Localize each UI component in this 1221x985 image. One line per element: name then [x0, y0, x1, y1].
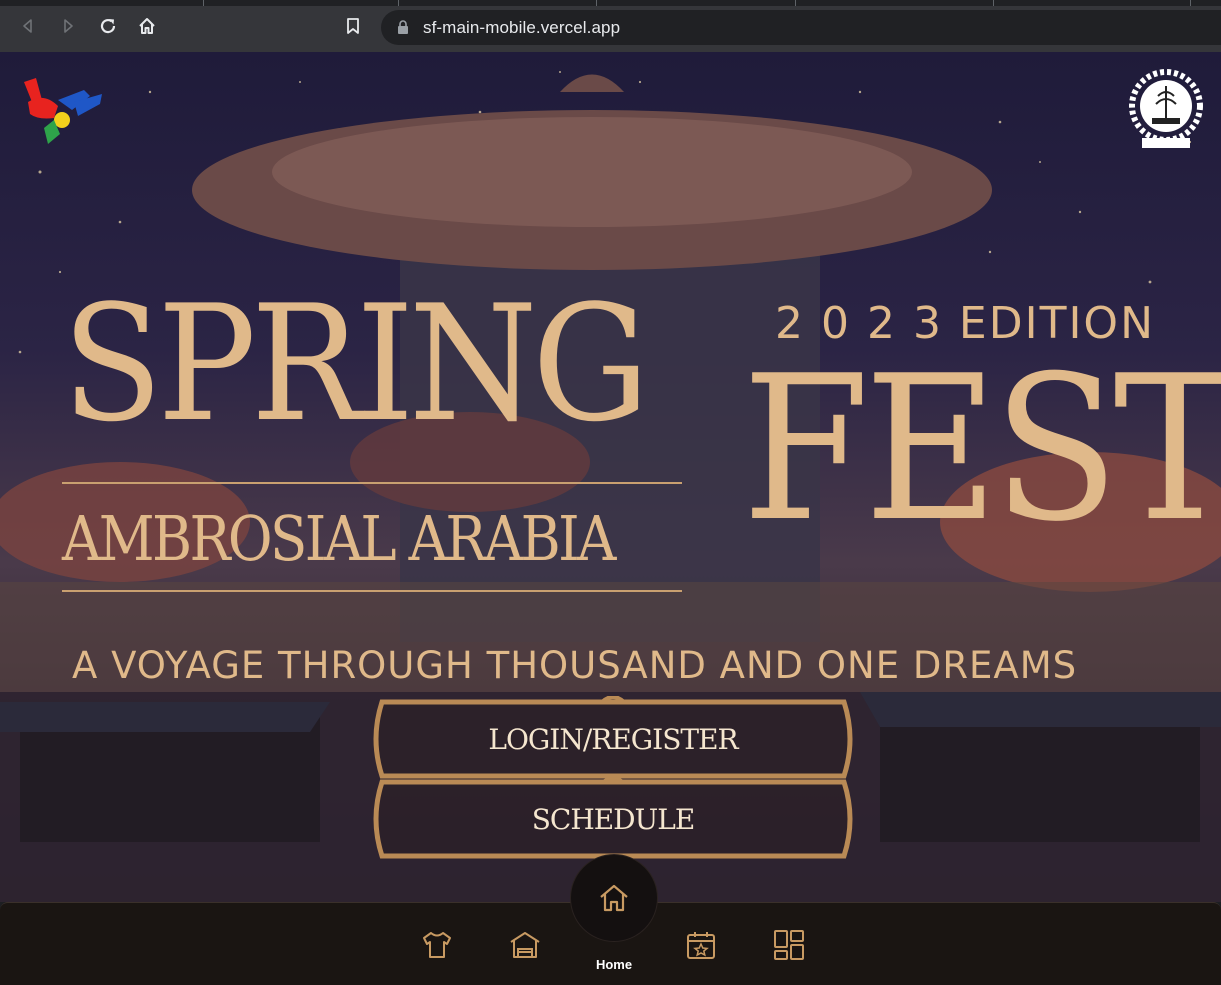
tagline: A VOYAGE THROUGH THOUSAND AND ONE DREAMS: [72, 644, 1078, 687]
browser-toolbar: sf-main-mobile.vercel.app: [0, 0, 1221, 52]
theme-title: AMBROSIAL ARABIA: [62, 502, 616, 575]
lock-icon: [397, 20, 409, 40]
address-bar[interactable]: sf-main-mobile.vercel.app: [381, 10, 1221, 45]
schedule-label: SCHEDULE: [531, 802, 696, 836]
home-icon[interactable]: [135, 14, 159, 38]
login-register-label: LOGIN/REGISTER: [488, 722, 738, 756]
calendar-star-icon[interactable]: [684, 928, 718, 962]
hero-section: SPRING 2 0 2 3 EDITION FEST AMBROSIAL AR…: [0, 52, 1221, 902]
divider-bottom: [62, 590, 682, 592]
divider-top: [62, 482, 682, 484]
back-icon[interactable]: [16, 14, 40, 38]
bookmark-icon[interactable]: [341, 14, 365, 38]
iit-kharagpur-logo[interactable]: [1128, 68, 1206, 159]
tab-strip: [0, 0, 1221, 6]
schedule-button[interactable]: SCHEDULE: [362, 776, 864, 862]
home-icon: [600, 884, 628, 912]
forward-icon[interactable]: [56, 14, 80, 38]
accommodation-icon[interactable]: [508, 928, 542, 962]
reload-icon[interactable]: [96, 14, 120, 38]
home-nav-button[interactable]: [570, 854, 658, 942]
home-nav-label: Home: [595, 957, 633, 972]
spring-fest-hands-logo[interactable]: [14, 72, 106, 153]
title-spring: SPRING: [62, 270, 650, 457]
tshirt-icon[interactable]: [420, 928, 454, 962]
url-text: sf-main-mobile.vercel.app: [423, 18, 621, 37]
dashboard-icon[interactable]: [772, 928, 806, 962]
title-fest: FEST: [742, 333, 1221, 566]
login-register-button[interactable]: LOGIN/REGISTER: [362, 696, 864, 782]
